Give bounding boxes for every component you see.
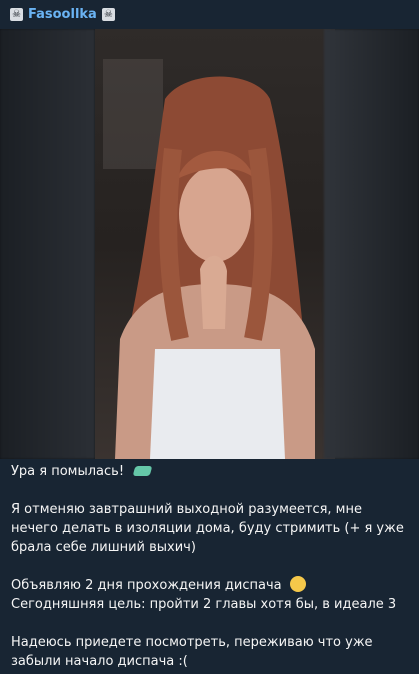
caption-paragraph-3-line-2: Сегодняшняя цель: пройти 2 главы хотя бы… [11, 597, 397, 612]
caption-paragraph-3-line-1: Объявляю 2 дня прохождения диспача [11, 578, 282, 593]
pirate-flag-icon: ☠ [10, 8, 23, 21]
soap-emoji-icon [132, 466, 153, 476]
caption-line-1: Ура я помылась! [11, 464, 125, 479]
pirate-flag-icon: ☠ [101, 8, 115, 21]
message-text: Ура я помылась! Я отменяю завтрашний вых… [11, 462, 409, 671]
photo-blur-right [324, 29, 419, 459]
photo-attachment[interactable] [0, 29, 419, 459]
photo-blur-left [0, 29, 95, 459]
wink-emoji-icon [289, 576, 306, 592]
channel-name[interactable]: Fasoollka [28, 7, 97, 22]
caption-paragraph-4: Надеюсь приедете посмотреть, переживаю ч… [11, 635, 373, 669]
girl-photo-illustration [95, 29, 335, 459]
message-bubble: ☠ Fasoollka ☠ Ура я помылась! Я отменяю … [0, 0, 419, 674]
caption-paragraph-2: Я отменяю завтрашний выходной разумеется… [11, 502, 404, 555]
message-header: ☠ Fasoollka ☠ [0, 0, 419, 29]
photo-image[interactable] [95, 29, 335, 459]
